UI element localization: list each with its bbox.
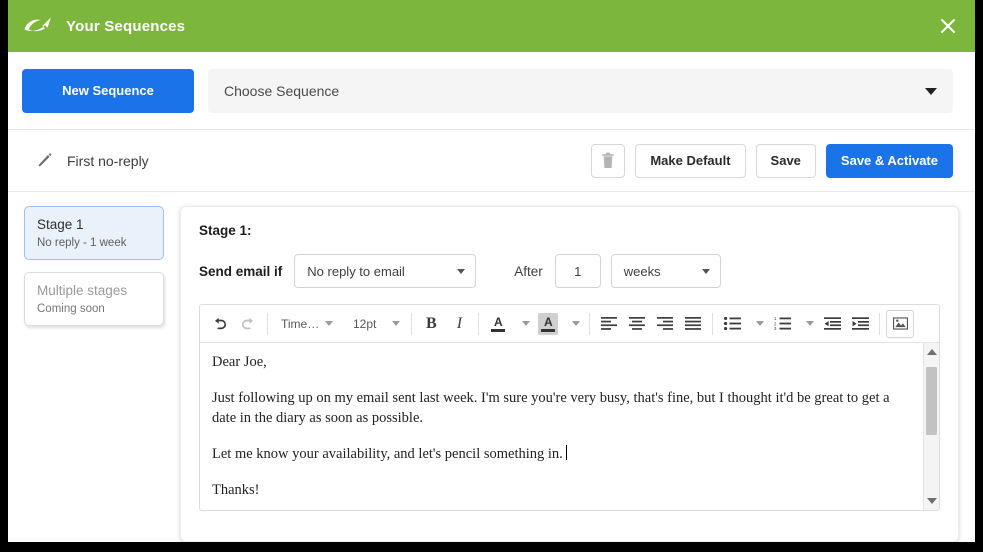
highlight-color-dropdown[interactable] xyxy=(564,311,582,337)
font-family-value: Time… xyxy=(281,316,320,331)
save-and-activate-button[interactable]: Save & Activate xyxy=(825,143,953,178)
bullet-list-dropdown[interactable] xyxy=(748,311,766,337)
undo-icon[interactable] xyxy=(207,311,233,337)
stage-card-subtitle: Coming soon xyxy=(37,303,105,315)
chevron-down-icon xyxy=(325,321,334,326)
redo-icon[interactable] xyxy=(235,311,261,337)
toolbar-separator xyxy=(411,312,413,335)
save-button[interactable]: Save xyxy=(755,143,816,178)
insert-image-icon[interactable] xyxy=(886,309,915,338)
toolbar-separator xyxy=(879,312,881,335)
align-justify-icon[interactable] xyxy=(680,311,706,337)
text-color-icon[interactable]: A xyxy=(485,311,511,337)
align-left-icon[interactable] xyxy=(596,311,622,337)
screenshot-frame: Your Sequences New Sequence Choose Seque… xyxy=(0,0,983,552)
condition-row: Send email if No reply to email After we… xyxy=(199,254,940,288)
chevron-down-icon xyxy=(701,268,710,274)
italic-button[interactable]: I xyxy=(446,311,472,337)
new-sequence-button[interactable]: New Sequence xyxy=(22,68,194,113)
stage-card-title: Multiple stages xyxy=(37,283,128,298)
align-right-icon[interactable] xyxy=(652,311,678,337)
stage-list: Stage 1 No reply - 1 week Multiple stage… xyxy=(24,206,164,542)
chevron-down-icon xyxy=(572,321,581,326)
chevron-down-icon xyxy=(392,321,401,326)
font-size-select[interactable]: 12pt xyxy=(347,311,404,337)
choose-sequence-dropdown[interactable]: Choose Sequence xyxy=(208,68,953,113)
email-paragraph: Thanks! xyxy=(212,482,260,499)
scroll-down-icon[interactable] xyxy=(924,494,939,508)
condition-select-value: No reply to email xyxy=(307,263,405,279)
svg-text:3: 3 xyxy=(774,326,777,330)
email-body-text[interactable]: Dear Joe, Just following up on my email … xyxy=(200,343,923,510)
dialog-title: Your Sequences xyxy=(66,17,186,35)
editor-scrollbar[interactable] xyxy=(923,343,939,510)
email-paragraph: Just following up on my email sent last … xyxy=(212,390,890,426)
numbered-list-dropdown[interactable] xyxy=(798,311,816,337)
email-paragraph-text: Let me know your availability, and let's… xyxy=(212,445,563,462)
numbered-list-icon[interactable]: 1 2 3 xyxy=(769,311,795,337)
sequence-name-group[interactable]: First no-reply xyxy=(36,152,581,169)
stage-card-1[interactable]: Stage 1 No reply - 1 week xyxy=(24,206,164,260)
highlight-color-icon[interactable]: A xyxy=(535,311,561,337)
time-unit-select[interactable]: weeks xyxy=(610,254,721,288)
editor-toolbar: Time… 12pt B I A A 1 2 3 xyxy=(200,305,939,343)
toolbar-separator xyxy=(267,312,268,335)
chevron-down-icon xyxy=(457,268,466,274)
after-label: After xyxy=(514,263,543,279)
bullet-list-icon[interactable] xyxy=(719,311,745,337)
stage-card-subtitle: No reply - 1 week xyxy=(37,237,127,249)
scrollbar-thumb[interactable] xyxy=(926,367,937,435)
font-size-value: 12pt xyxy=(353,316,377,331)
toolbar-separator xyxy=(478,312,480,335)
make-default-button[interactable]: Make Default xyxy=(635,143,746,178)
sequence-name-label: First no-reply xyxy=(67,152,149,169)
time-unit-value: weeks xyxy=(623,263,661,279)
email-paragraph: Dear Joe, xyxy=(212,354,267,370)
sequences-dialog: Your Sequences New Sequence Choose Seque… xyxy=(8,0,975,542)
panel-title: Stage 1: xyxy=(199,223,252,238)
email-paragraph-with-caret: Let me know your availability, and let's… xyxy=(212,444,909,464)
delete-sequence-button[interactable] xyxy=(591,143,626,178)
text-cursor xyxy=(565,444,567,460)
email-editor: Time… 12pt B I A A 1 2 3 Dear Joe, Just … xyxy=(199,304,940,511)
chevron-down-icon xyxy=(756,321,765,326)
chevron-down-icon xyxy=(522,321,531,326)
text-color-dropdown[interactable] xyxy=(514,311,532,337)
sequence-selector-bar: New Sequence Choose Sequence xyxy=(8,52,975,130)
stage-card-title: Stage 1 xyxy=(37,217,84,232)
send-email-if-label: Send email if xyxy=(199,263,283,279)
dialog-body: Stage 1 No reply - 1 week Multiple stage… xyxy=(8,192,975,542)
bold-button[interactable]: B xyxy=(418,311,444,337)
choose-sequence-label: Choose Sequence xyxy=(224,82,340,99)
stage-editor-panel: Stage 1: Send email if No reply to email… xyxy=(180,206,959,542)
trash-icon xyxy=(602,152,615,169)
font-family-select[interactable]: Time… xyxy=(275,311,343,337)
align-center-icon[interactable] xyxy=(624,311,650,337)
close-icon[interactable] xyxy=(935,13,961,39)
swoosh-logo-icon xyxy=(24,17,51,32)
pencil-icon xyxy=(38,153,52,167)
stage-card-multiple: Multiple stages Coming soon xyxy=(24,272,164,326)
chevron-down-icon xyxy=(925,87,937,95)
after-value-input[interactable] xyxy=(554,254,601,288)
outdent-icon[interactable] xyxy=(819,311,845,337)
email-body-area: Dear Joe, Just following up on my email … xyxy=(200,343,939,510)
dialog-header: Your Sequences xyxy=(8,0,975,52)
chevron-down-icon xyxy=(806,321,815,326)
sequence-action-bar: First no-reply Make Default Save Save & … xyxy=(8,130,975,192)
indent-icon[interactable] xyxy=(847,311,873,337)
toolbar-separator xyxy=(589,312,591,335)
toolbar-separator xyxy=(712,312,714,335)
scroll-up-icon[interactable] xyxy=(924,345,939,359)
condition-select[interactable]: No reply to email xyxy=(294,254,477,288)
